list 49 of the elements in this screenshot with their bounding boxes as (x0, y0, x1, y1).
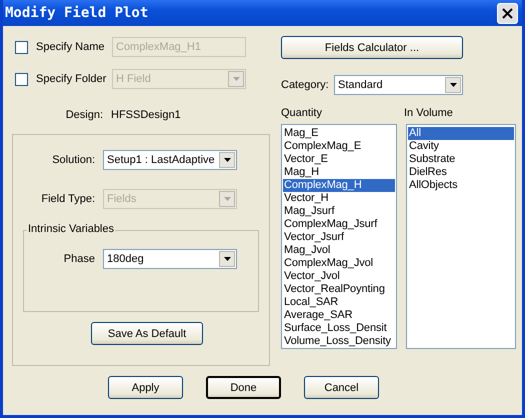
design-value: HFSSDesign1 (111, 109, 181, 121)
list-item[interactable]: DielRes (408, 166, 514, 179)
dropdown[interactable]: 180deg (103, 249, 237, 269)
dropdown-value: 180deg (107, 253, 144, 265)
field-label: Solution: (51, 154, 96, 166)
list-item[interactable]: ComplexMag_Jsurf (283, 218, 395, 231)
list-item[interactable]: Local_SAR (283, 296, 395, 309)
list-item[interactable]: Mag_H (283, 166, 395, 179)
list-item[interactable]: Surface_Loss_Densit (283, 322, 395, 335)
list-item[interactable]: ComplexMag_H (283, 179, 395, 192)
dialog-button[interactable]: Done (206, 376, 281, 399)
dialog-button[interactable]: Cancel (304, 376, 379, 399)
close-button[interactable] (497, 2, 518, 24)
list-item[interactable]: ComplexMag_Jvol (283, 257, 395, 270)
list-item[interactable]: Substrate (408, 153, 514, 166)
close-icon (502, 8, 513, 18)
list-item[interactable]: Vector_H (283, 192, 395, 205)
dropdown-value: Standard (338, 79, 383, 91)
design-label: Design: (64, 109, 104, 121)
category-label: Category: (281, 79, 330, 91)
list-item[interactable]: ComplexMag_E (283, 140, 395, 153)
list-item[interactable]: Mag_Jvol (283, 244, 395, 257)
fields-calculator-button[interactable]: Fields Calculator ... (281, 36, 463, 59)
dropdown-value: Setup1 : LastAdaptive (107, 154, 215, 166)
list-item[interactable]: Vector_RealPoynting (283, 283, 395, 296)
field-label: Phase (62, 253, 96, 265)
list-item[interactable]: Cavity (408, 140, 514, 153)
dropdown[interactable]: Setup1 : LastAdaptive (103, 150, 237, 170)
list-item[interactable]: Average_SAR (283, 309, 395, 322)
quantity-list[interactable] (281, 124, 397, 349)
dialog-button[interactable]: Apply (108, 376, 183, 399)
list-item[interactable]: All (408, 127, 514, 140)
field-label: Field Type: (40, 193, 96, 205)
dropdown-value: Fields (107, 193, 136, 205)
list-heading: Quantity (281, 107, 323, 119)
list-item[interactable]: Vector_Jsurf (283, 231, 395, 244)
list-item[interactable]: Mag_E (283, 127, 395, 140)
save-as-default-button[interactable]: Save As Default (91, 322, 203, 345)
dropdown[interactable]: Standard (334, 75, 463, 95)
group-title: Intrinsic Variables (27, 223, 115, 235)
list-item[interactable]: Volume_Loss_Density (283, 335, 395, 348)
list-item[interactable]: Vector_Jvol (283, 270, 395, 283)
volume-list[interactable]: All Cavity Substrate DielRes AllObjects (406, 124, 516, 349)
window-title: Modify Field Plot (5, 5, 148, 21)
list-item[interactable]: Vector_E (283, 153, 395, 166)
list-heading: In Volume (404, 107, 453, 119)
dropdown-value: H Field (116, 73, 151, 85)
list-item[interactable]: Mag_Jsurf (283, 205, 395, 218)
list-item[interactable]: AllObjects (408, 179, 514, 192)
